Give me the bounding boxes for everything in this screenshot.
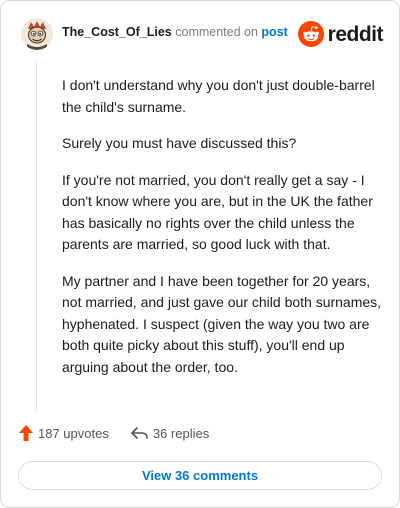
view-comments-button[interactable]: View 36 comments [18,461,382,490]
avatar[interactable] [21,18,53,50]
username-link[interactable]: The_Cost_Of_Lies [62,25,172,39]
reddit-alien-icon [297,21,324,47]
comment-paragraph: My partner and I have been together for … [62,272,382,375]
upvote-arrow-icon [19,425,33,441]
comment-footer: 187 upvotes 36 replies [19,425,209,441]
avatar-cartoon-icon [21,18,53,50]
comment-header: The_Cost_Of_Lies commented on post [21,17,288,51]
upvote-count[interactable]: 187 upvotes [19,425,109,441]
comment-paragraph: I don't understand why you don't just do… [62,77,375,115]
reply-count[interactable]: 36 replies [131,426,209,441]
action-text: commented on [175,25,258,39]
post-link[interactable]: post [261,25,287,39]
comment-paragraph: Surely you must have discussed this? [62,135,297,151]
comment-paragraph: If you're not married, you don't really … [62,171,373,253]
comment-card: The_Cost_Of_Lies commented on post reddi… [0,0,400,508]
reddit-logo[interactable]: reddit [297,21,384,47]
reply-label: 36 replies [152,425,210,441]
upvote-label: 187 upvotes [38,425,109,441]
reddit-wordmark: reddit [327,22,384,46]
reply-arrow-icon [131,426,148,439]
thread-line [36,61,37,413]
comment-meta: The_Cost_Of_Lies commented on post [62,25,288,39]
comment-body: I don't understand why you don't just do… [62,75,384,378]
